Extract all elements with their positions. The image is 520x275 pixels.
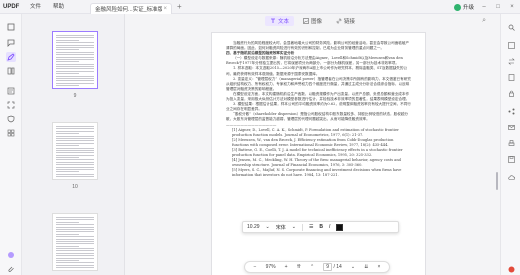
save-icon[interactable] [506, 154, 516, 164]
mode-text-label: 文本 [277, 19, 289, 25]
footnote[interactable]: [5] Myers, S. C., Majluf, N. S. Corporat… [226, 168, 411, 178]
form-icon[interactable] [6, 86, 16, 96]
menu-help[interactable]: 帮助 [47, 0, 70, 14]
link-icon [336, 18, 342, 24]
pages-icon[interactable] [6, 66, 16, 76]
font-name-select[interactable]: 宋体 [276, 224, 286, 231]
footnote[interactable]: [3] Battese, G. E., Coelli, T. J. A mode… [226, 148, 411, 158]
bold-button[interactable]: B [319, 224, 323, 230]
align-icon[interactable]: ☰ [309, 224, 313, 230]
next-page-icon[interactable]: ⌄ [351, 264, 355, 270]
last-page-icon[interactable]: ⇊ [364, 264, 368, 270]
title-bar: UPDF 文件 帮助 金融风险如何...实证_标准版 × + 升级 – □ × [0, 0, 520, 14]
paragraph[interactable]: （一）模型设定与数据来源：随机前沿分析方法是由Aigner、Lovell和Sch… [226, 56, 411, 66]
divider [301, 223, 303, 231]
edit-toolbar: 文本 图像 链接 ⌕ [125, 14, 500, 28]
edit-pdf-icon[interactable] [6, 52, 16, 62]
page-thumbnail-9[interactable] [52, 31, 98, 89]
organize-icon[interactable] [6, 128, 16, 138]
document-tab-label: 金融风险如何...实证_标准版 [95, 6, 162, 13]
footnote[interactable]: [2] Meeusen, W., van den Broeck, J. Effi… [226, 138, 411, 148]
page-number-label: 9 [73, 93, 77, 99]
convert-icon[interactable] [506, 56, 516, 66]
new-tab-icon[interactable]: + [177, 0, 182, 14]
mode-text-button[interactable]: 文本 [264, 16, 294, 26]
zoom-in-icon[interactable]: + [285, 264, 288, 270]
zoom-out-icon[interactable]: − [254, 264, 257, 270]
close-bar-icon[interactable]: × [377, 264, 380, 270]
footnote[interactable]: [1] Aigner, D., Lovell, C. A. K., Schmid… [226, 128, 411, 138]
protect-panel-icon[interactable] [506, 88, 516, 98]
mode-image-label: 图像 [310, 19, 322, 25]
text-format-bar: 10.29 ⌄ 宋体 ⌄ ☰ B I [242, 221, 399, 233]
email-icon[interactable] [506, 122, 516, 132]
reader-icon[interactable] [6, 22, 16, 32]
minimize-icon[interactable]: – [480, 4, 488, 10]
chevron-down-icon[interactable]: ⌄ [266, 224, 270, 230]
text-color-swatch[interactable] [336, 223, 344, 231]
page-number-label: 10 [72, 184, 78, 190]
print-icon[interactable] [506, 138, 516, 148]
mode-link-label: 链接 [344, 19, 356, 25]
cloud-icon[interactable] [506, 172, 516, 182]
paragraph[interactable]: 在模型设定方面，本文构建随机前沿生产函数，以融资规模作为产出变量，以资产总额、负… [226, 92, 411, 102]
share-icon[interactable] [506, 106, 516, 116]
attachment-icon[interactable] [6, 264, 16, 274]
zoom-bar: − 97% + ⇈ ⌃ 9 / 14 ⌄ ⇊ × [244, 261, 390, 273]
left-tool-rail [0, 14, 22, 275]
protect-icon[interactable] [6, 114, 16, 124]
page-thumbnail-11[interactable] [52, 213, 98, 271]
avatar [453, 3, 461, 11]
document-tab[interactable]: 金融风险如何...实证_标准版 × [90, 2, 173, 14]
page-number-input[interactable]: 9 [323, 263, 333, 271]
image-icon [303, 18, 309, 24]
right-tool-rail [500, 14, 520, 275]
search-panel-icon[interactable] [506, 22, 516, 32]
zoom-level[interactable]: 97% [266, 264, 276, 270]
document-viewer: 文本 图像 链接 ⌕ 当融资行为的风险程度较大时，会显著地增大公司的财务风险，影… [125, 14, 500, 275]
italic-button[interactable]: I [329, 224, 330, 230]
maximize-icon[interactable]: □ [494, 4, 502, 10]
search-icon[interactable]: ⌕ [482, 17, 486, 25]
ocr-icon[interactable] [6, 100, 16, 110]
upgrade-button[interactable]: 升级 [453, 3, 474, 11]
close-window-icon[interactable]: × [508, 4, 516, 10]
paragraph[interactable]: “股权分散”（shareholder dispersion）是指公司股权结构中股… [226, 112, 411, 122]
upgrade-label: 升级 [462, 5, 474, 11]
app-logo: UPDF [3, 3, 20, 10]
footnote[interactable]: [4] Jensen, M. C., Meckling, W. H. Theor… [226, 158, 411, 168]
first-page-icon[interactable]: ⇈ [297, 264, 301, 270]
paragraph[interactable]: 1. 样本选取：本文选取2015—2020年沪深两市A股上市公司作为研究样本，剔… [226, 66, 411, 76]
page-thumbnail-10[interactable] [52, 122, 98, 180]
compress-icon[interactable] [506, 72, 516, 82]
scrollbar-thumb[interactable] [496, 172, 498, 190]
prev-page-icon[interactable]: ⌃ [310, 264, 314, 270]
thumbnail-panel: 9 10 11 [22, 14, 125, 275]
ocr-panel-icon[interactable] [506, 40, 516, 50]
ai-assistant-icon[interactable] [6, 250, 16, 260]
comment-icon[interactable] [6, 38, 16, 48]
pdf-page[interactable]: 当融资行为的风险程度较大时，会显著地增大公司的财务风险，影响公司的经营活动，甚至… [211, 32, 426, 275]
close-tab-icon[interactable]: × [164, 6, 168, 12]
paragraph[interactable]: 当融资行为的风险程度较大时，会显著地增大公司的财务风险，影响公司的经营活动，甚至… [226, 41, 411, 51]
mode-link-button[interactable]: 链接 [331, 16, 360, 26]
paragraph[interactable]: 2. 变量定义：“管理层权力”（managerial power）指管理者在公司… [226, 77, 411, 92]
menu-file[interactable]: 文件 [24, 0, 47, 14]
ime-indicator-icon[interactable] [506, 264, 516, 274]
mode-image-button[interactable]: 图像 [298, 16, 327, 26]
font-size-select[interactable]: 10.29 [247, 224, 260, 230]
paragraph[interactable]: 3. 模型结果：根据估计结果，样本公司的平均融资效率约为0.62，说明整体融资效… [226, 102, 411, 112]
text-icon [270, 18, 275, 23]
chevron-down-icon[interactable]: ⌄ [292, 224, 296, 230]
total-pages: / 14 [333, 264, 342, 270]
